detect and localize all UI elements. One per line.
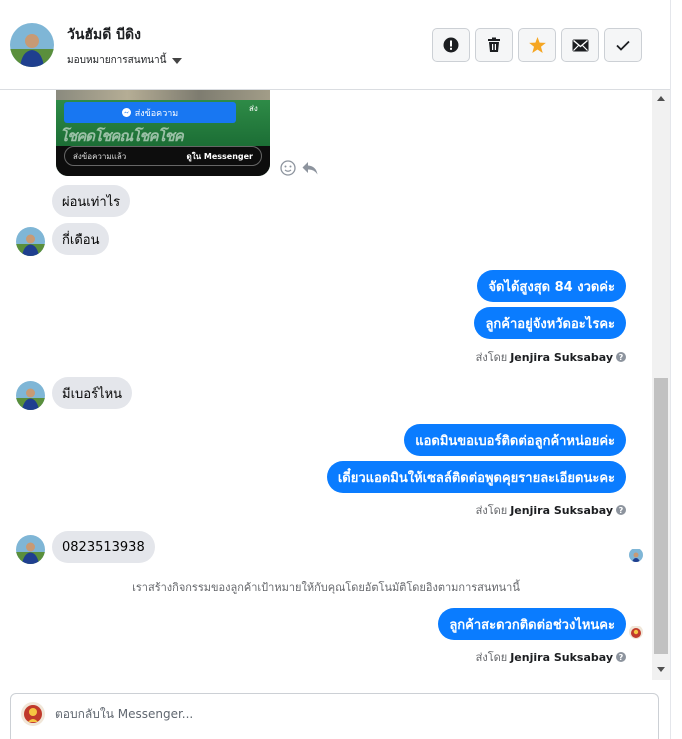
reply-composer (10, 693, 659, 739)
scroll-up-arrow-icon[interactable] (657, 96, 665, 101)
thread-scrollbar[interactable] (652, 90, 670, 680)
scrollbar-thumb[interactable] (654, 378, 668, 654)
reply-icon[interactable] (302, 161, 318, 175)
ad-sent-label: ส่งข้อความแล้ว (73, 151, 127, 161)
incoming-message[interactable]: มีเบอร์ไหน (52, 377, 133, 409)
ad-photo (56, 90, 270, 100)
smiley-icon[interactable] (280, 160, 296, 176)
agent-name[interactable]: Jenjira Suksabay (510, 351, 613, 364)
reply-input[interactable] (55, 707, 635, 721)
contact-avatar-small (16, 227, 45, 256)
outgoing-message[interactable]: เดี๋ยวแอดมินให้เซลล์ติดต่อพูดคุยรายละเอี… (326, 461, 626, 493)
agent-name[interactable]: Jenjira Suksabay (510, 651, 613, 664)
assign-label: มอบหมายการสนทนานี้ (67, 55, 167, 66)
incoming-message[interactable]: 0823513938 (52, 531, 155, 563)
system-notice: เราสร้างกิจกรรมของลูกค้าเป้าหมายให้กับคุ… (132, 581, 520, 594)
mark-done-button[interactable] (604, 28, 642, 62)
messenger-icon (121, 108, 131, 117)
sent-by-prefix: ส่งโดย (475, 351, 508, 364)
seen-receipt-avatar (629, 548, 643, 562)
contact-name[interactable]: วันฮัมดี บีดิง (67, 24, 141, 46)
star-icon (528, 37, 546, 53)
assign-conversation-dropdown[interactable]: มอบหมายการสนทนานี้ (67, 53, 183, 68)
agent-name[interactable]: Jenjira Suksabay (510, 504, 613, 517)
envelope-icon (572, 39, 588, 51)
header-actions (432, 28, 642, 62)
delete-button[interactable] (475, 28, 513, 62)
message-reactions (280, 160, 318, 176)
panel-edge (670, 0, 682, 739)
ad-preview-card[interactable]: ส่งข้อความ ส่ง โชคดโชคณโชคโชค ส่งข้อความ… (56, 90, 270, 176)
help-icon[interactable]: ? (616, 352, 626, 362)
star-button[interactable] (518, 28, 556, 62)
outgoing-message[interactable]: ลูกค้าอยู่จังหวัดอะไรคะ (474, 307, 626, 339)
message-thread: ส่งข้อความ ส่ง โชคดโชคณโชคโชค ส่งข้อความ… (0, 90, 652, 680)
spam-report-button[interactable] (432, 28, 470, 62)
trash-icon (488, 37, 500, 52)
agent-avatar (21, 702, 45, 726)
help-icon[interactable]: ? (616, 505, 626, 515)
contact-avatar[interactable] (10, 23, 54, 67)
incoming-message[interactable]: กี่เดือน (52, 223, 110, 255)
ad-send-message-button[interactable]: ส่งข้อความ (64, 102, 236, 123)
alert-icon (443, 37, 459, 53)
sent-by-label: ส่งโดย Jenjira Suksabay ? (476, 648, 626, 666)
contact-avatar-small (16, 535, 45, 564)
outgoing-message[interactable]: ลูกค้าสะดวกติดต่อช่วงไหนคะ (438, 608, 626, 640)
mark-unread-button[interactable] (561, 28, 599, 62)
contact-avatar-small (16, 381, 45, 410)
ad-side-label: ส่ง (249, 104, 258, 113)
agent-avatar-small (629, 625, 643, 639)
conversation-header: วันฮัมดี บีดิง มอบหมายการสนทนานี้ (0, 0, 670, 90)
ad-brand-text: โชคดโชคณโชคโชค (60, 127, 184, 145)
caret-down-icon (172, 57, 183, 64)
incoming-message[interactable]: ผ่อนเท่าไร (52, 185, 131, 217)
scroll-down-arrow-icon[interactable] (657, 667, 665, 672)
sent-by-label: ส่งโดย Jenjira Suksabay ? (476, 348, 626, 366)
sent-by-label: ส่งโดย Jenjira Suksabay ? (476, 501, 626, 519)
outgoing-message[interactable]: จัดได้สูงสุด 84 งวดค่ะ (477, 270, 626, 302)
ad-cta-label: ส่งข้อความ (134, 108, 179, 119)
outgoing-message[interactable]: แอดมินขอเบอร์ติดต่อลูกค้าหน่อยค่ะ (404, 424, 626, 456)
sent-by-prefix: ส่งโดย (475, 651, 508, 664)
help-icon[interactable]: ? (616, 652, 626, 662)
ad-footer-bar: ส่งข้อความแล้ว ดูใน Messenger (64, 146, 262, 166)
sent-by-prefix: ส่งโดย (475, 504, 508, 517)
view-in-messenger-link[interactable]: ดูใน Messenger (187, 150, 253, 163)
ad-footer: ส่งข้อความแล้ว ดูใน Messenger (56, 146, 270, 176)
checkmark-icon (616, 40, 630, 51)
